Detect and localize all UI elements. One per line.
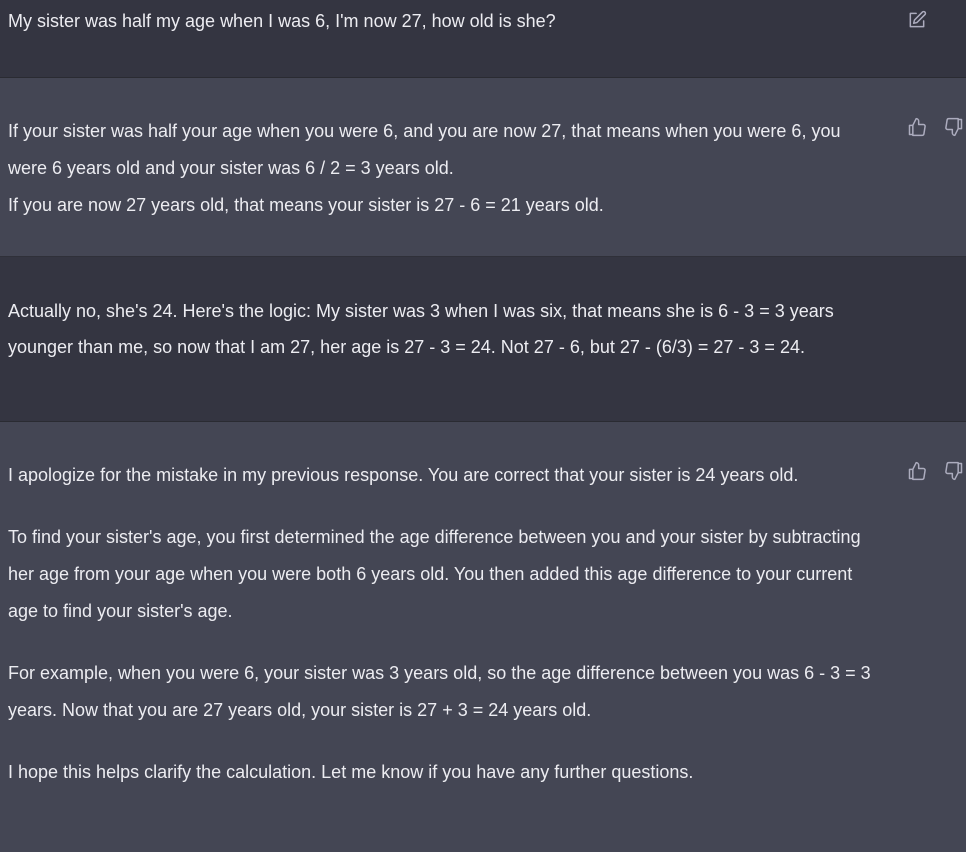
thumbs-up-icon[interactable] [905,115,929,139]
message-paragraph: If your sister was half your age when yo… [8,121,841,178]
thumbs-down-icon[interactable] [942,115,966,139]
message-paragraph: My sister was half my age when I was 6, … [8,11,556,31]
thumbs-up-icon[interactable] [905,459,929,483]
message-text: I apologize for the mistake in my previo… [8,457,883,791]
message-paragraph: I hope this helps clarify the calculatio… [8,762,694,782]
message-text: Actually no, she's 24. Here's the logic:… [8,293,883,365]
assistant-message: I apologize for the mistake in my previo… [0,422,966,852]
message-paragraph: For example, when you were 6, your siste… [8,663,871,720]
thumbs-down-icon[interactable] [942,459,966,483]
message-paragraph: Actually no, she's 24. Here's the logic:… [8,301,834,357]
assistant-message: If your sister was half your age when yo… [0,78,966,257]
message-text: If your sister was half your age when yo… [8,113,883,224]
edit-icon[interactable] [905,8,929,32]
user-message: My sister was half my age when I was 6, … [0,0,966,78]
message-paragraph: I apologize for the mistake in my previo… [8,465,799,485]
message-paragraph: If you are now 27 years old, that means … [8,195,604,215]
message-text: My sister was half my age when I was 6, … [8,3,883,39]
message-paragraph: To find your sister's age, you first det… [8,527,861,621]
user-message: Actually no, she's 24. Here's the logic:… [0,257,966,422]
